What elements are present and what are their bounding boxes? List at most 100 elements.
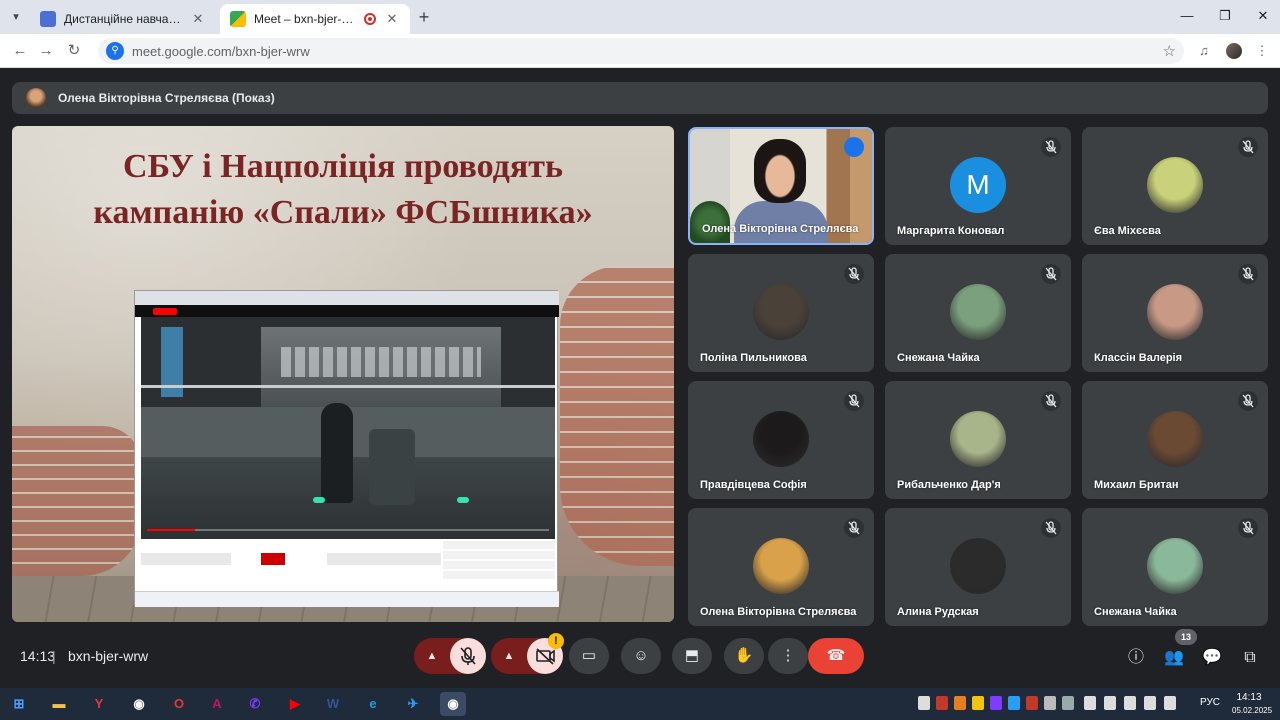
bookmark-star-icon[interactable]: ☆ — [1163, 42, 1176, 60]
meeting-clock: 14:13 — [20, 648, 56, 664]
shared-screen[interactable]: СБУ і Нацполіція проводять кампанію «Спа… — [12, 126, 674, 622]
leave-call-button[interactable]: ☎ — [808, 638, 864, 674]
tray-app-icon[interactable] — [1044, 696, 1056, 710]
mic-off-button[interactable] — [450, 638, 486, 674]
viber-tray-icon[interactable] — [990, 696, 1002, 710]
opera-icon[interactable]: O — [166, 692, 192, 716]
volume-icon[interactable] — [1164, 696, 1176, 710]
slide-title-line-1: СБУ і Нацполіція проводять — [123, 148, 563, 185]
chat-icon[interactable]: 💬 — [1200, 646, 1224, 670]
keyboard-icon[interactable] — [1124, 696, 1136, 710]
more-vert-icon: ⋮ — [780, 647, 796, 664]
file-explorer-icon[interactable]: ▬ — [46, 692, 72, 716]
participant-tile[interactable]: Снежана Чайка — [885, 254, 1071, 372]
telegram-icon[interactable]: ✈ — [400, 692, 426, 716]
windows-icon[interactable]: ⊞ — [6, 692, 32, 716]
address-bar[interactable]: ⚲ meet.google.com/bxn-bjer-wrw ☆ — [98, 38, 1184, 64]
google-meet-icon — [230, 11, 246, 27]
mic-off-icon — [1238, 137, 1258, 157]
participant-tile[interactable]: Рибальченко Дар'я — [885, 381, 1071, 499]
input-language[interactable]: РУС — [1200, 697, 1220, 708]
camera-warning-icon[interactable]: ! — [548, 633, 564, 649]
embedded-browser-chrome — [135, 291, 559, 305]
youtube-logo-icon — [153, 308, 177, 315]
participant-name: Рибальченко Дар'я — [897, 479, 1001, 491]
participant-avatar — [1147, 157, 1203, 213]
access-icon[interactable]: A — [204, 692, 230, 716]
menu-dots-icon[interactable]: ⋮ — [1250, 39, 1274, 63]
tab-classroom[interactable]: Дистанційне навчання в ВСП ✕ — [30, 4, 216, 34]
slide-title-line-2: кампанію «Спали» ФСБшника» — [93, 194, 593, 231]
tab-search-chevron-icon[interactable]: ▾ — [6, 7, 26, 27]
taskbar-time: 14:13 — [1236, 692, 1262, 703]
battery-icon[interactable] — [1144, 696, 1156, 710]
embedded-video-meta — [141, 553, 441, 565]
participant-tile[interactable]: Михаил Британ — [1082, 381, 1268, 499]
viber-icon-glyph: ✆ — [249, 696, 261, 711]
participant-tile[interactable]: M Маргарита Коновал — [885, 127, 1071, 245]
more-options-button[interactable]: ⋮ — [768, 638, 808, 674]
microphone-control[interactable]: ▲ — [414, 638, 486, 674]
display-icon[interactable] — [1104, 696, 1116, 710]
tray-app-icon[interactable] — [972, 696, 984, 710]
viber-icon[interactable]: ✆ — [242, 692, 268, 716]
participant-tile[interactable]: Єва Міхєєва — [1082, 127, 1268, 245]
telegram-tray-icon[interactable] — [1008, 696, 1020, 710]
tab-meet[interactable]: Meet – bxn-bjer-wrw ✕ — [220, 4, 410, 34]
participant-tile[interactable]: Классін Валерія — [1082, 254, 1268, 372]
close-tab-icon[interactable]: ✕ — [190, 11, 206, 27]
close-tab-icon[interactable]: ✕ — [384, 11, 400, 27]
profile-avatar[interactable] — [1226, 43, 1242, 59]
site-info-icon[interactable]: ⚲ — [106, 42, 124, 60]
opera-tray-icon[interactable] — [1026, 696, 1038, 710]
new-tab-button[interactable]: + — [414, 7, 434, 27]
participant-tile[interactable]: Олена Вікторівна Стреляєва — [688, 127, 874, 245]
captions-button[interactable]: ▭ — [569, 638, 609, 674]
participant-name: Алина Рудская — [897, 606, 979, 618]
participant-tile[interactable]: Снежана Чайка — [1082, 508, 1268, 626]
participant-tile[interactable]: Олена Вікторівна Стреляєва — [688, 508, 874, 626]
back-icon[interactable]: ← — [8, 39, 32, 63]
participant-name: Олена Вікторівна Стреляєва — [702, 223, 859, 235]
wifi-icon[interactable] — [1084, 696, 1096, 710]
video-railing — [141, 385, 555, 388]
minimize-icon[interactable]: — — [1172, 6, 1202, 26]
participant-tile[interactable]: Алина Рудская — [885, 508, 1071, 626]
tray-app-icon[interactable] — [954, 696, 966, 710]
edge-icon[interactable]: e — [360, 692, 386, 716]
meeting-info-icon[interactable]: ⓘ — [1124, 646, 1148, 670]
camera-options-chevron-icon[interactable]: ▲ — [491, 638, 527, 674]
mic-options-chevron-icon[interactable]: ▲ — [414, 638, 450, 674]
system-tray — [914, 696, 1204, 712]
media-controls-icon[interactable]: ♫ — [1192, 39, 1216, 63]
presenter-avatar — [26, 88, 46, 108]
tray-app-icon[interactable] — [936, 696, 948, 710]
chrome-active-icon[interactable]: ◉ — [440, 692, 466, 716]
raise-hand-button[interactable]: ✋ — [724, 638, 764, 674]
reload-icon[interactable]: ↻ — [62, 39, 86, 63]
word-icon-glyph: W — [326, 696, 340, 711]
reactions-button[interactable]: ☺ — [621, 638, 661, 674]
video-building-windows — [281, 347, 481, 377]
participant-name: Правдівцева Софія — [700, 479, 807, 491]
participant-avatar — [950, 284, 1006, 340]
close-window-icon[interactable]: ✕ — [1248, 6, 1278, 26]
participant-name: Поліна Пильникова — [700, 352, 807, 364]
people-icon[interactable]: 👥 — [1162, 646, 1186, 670]
activities-icon[interactable]: ⧉ — [1238, 646, 1262, 670]
yandex-icon[interactable]: Y — [86, 692, 112, 716]
participant-tile[interactable]: Поліна Пильникова — [688, 254, 874, 372]
youtube-icon[interactable]: ▶ — [282, 692, 308, 716]
taskbar-clock[interactable]: 14:13 05.02.2025 — [1232, 691, 1272, 717]
present-screen-button[interactable]: ⬒ — [672, 638, 712, 674]
maximize-icon[interactable]: ❐ — [1210, 6, 1240, 26]
word-icon[interactable]: W — [320, 692, 346, 716]
participant-tile[interactable]: Правдівцева Софія — [688, 381, 874, 499]
tray-app-icon[interactable] — [1062, 696, 1074, 710]
forward-icon[interactable]: → — [34, 39, 58, 63]
mic-off-icon — [1041, 518, 1061, 538]
participant-avatar — [1147, 284, 1203, 340]
usb-icon[interactable] — [918, 696, 930, 710]
captions-icon: ▭ — [581, 647, 597, 664]
chrome-icon[interactable]: ◉ — [126, 692, 152, 716]
